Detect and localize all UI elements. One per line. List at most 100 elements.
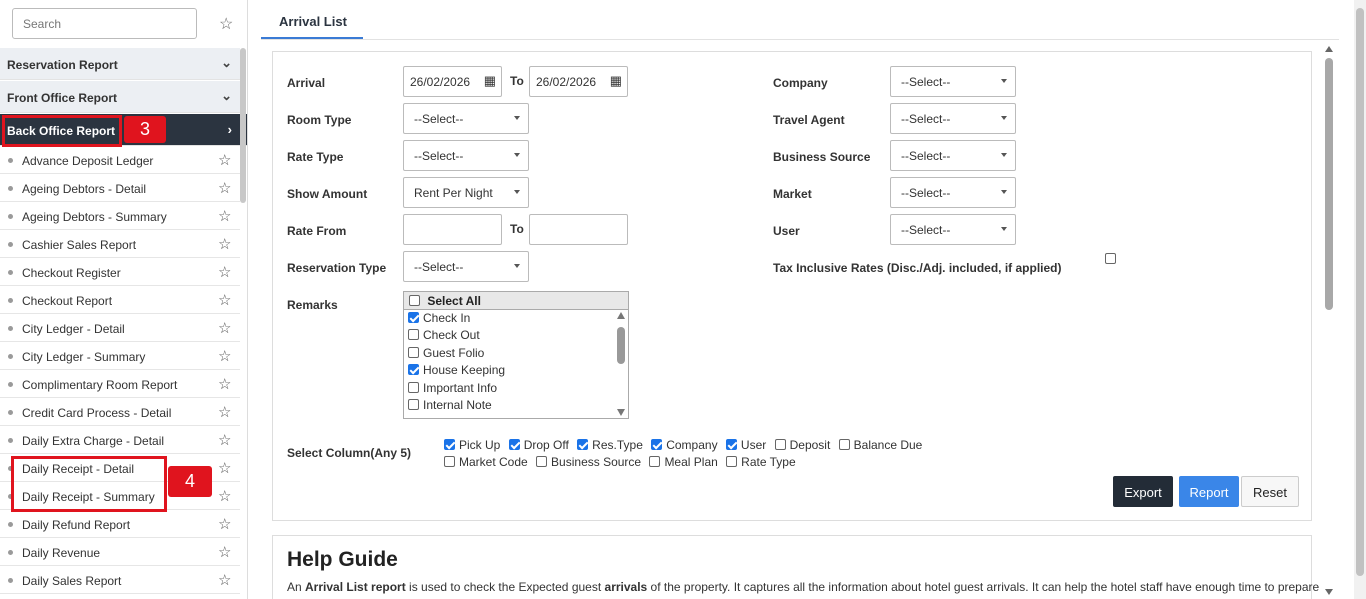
remark-option[interactable]: Internal Note — [408, 398, 628, 415]
star-icon[interactable]: ☆ — [218, 403, 231, 421]
list-item[interactable]: Ageing Debtors - Detail ☆ — [0, 174, 240, 202]
column-option[interactable]: User — [725, 438, 766, 452]
checkbox[interactable] — [444, 439, 455, 450]
checkbox[interactable] — [726, 456, 738, 467]
tab-arrival-list[interactable]: Arrival List — [261, 0, 363, 39]
rate-type-select[interactable]: --Select-- — [403, 140, 529, 171]
checkbox[interactable] — [649, 456, 661, 467]
column-option[interactable]: Balance Due — [838, 438, 922, 452]
content-scrollbar[interactable] — [1323, 44, 1335, 599]
column-option[interactable]: Business Source — [536, 455, 641, 469]
checkbox[interactable] — [838, 439, 850, 450]
select-all-checkbox[interactable] — [409, 295, 420, 306]
checkbox[interactable] — [774, 439, 786, 450]
star-icon[interactable]: ☆ — [218, 291, 231, 309]
room-type-select[interactable]: --Select-- — [403, 103, 529, 134]
list-item[interactable]: Daily Refund Report ☆ — [0, 510, 240, 538]
remark-option[interactable]: Important Info — [408, 381, 628, 398]
star-icon[interactable]: ☆ — [218, 459, 231, 477]
arrival-from-date[interactable]: 26/02/2026 ▦ — [403, 66, 502, 97]
checkbox[interactable] — [408, 329, 419, 341]
list-item[interactable]: Credit Card Process - Detail ☆ — [0, 398, 240, 426]
list-item[interactable]: Complimentary Room Report ☆ — [0, 370, 240, 398]
list-item[interactable]: Daily Revenue ☆ — [0, 538, 240, 566]
remarks-select-all[interactable]: Select All — [404, 292, 628, 310]
user-select[interactable]: --Select-- — [890, 214, 1016, 245]
list-item[interactable]: Advance Deposit Ledger ☆ — [0, 146, 240, 174]
star-icon[interactable]: ☆ — [218, 543, 231, 561]
star-icon[interactable]: ☆ — [218, 571, 231, 589]
report-button[interactable]: Report — [1179, 476, 1239, 507]
remark-option[interactable]: Guest Folio — [408, 346, 628, 363]
section-reservation-report[interactable]: Reservation Report ⌄ — [0, 48, 240, 80]
checkbox[interactable] — [725, 439, 737, 450]
list-item[interactable]: Cashier Sales Report ☆ — [0, 230, 240, 258]
scroll-up-icon[interactable] — [1325, 46, 1333, 52]
checkbox[interactable] — [577, 439, 589, 450]
list-item[interactable]: Checkout Report ☆ — [0, 286, 240, 314]
scroll-down-icon[interactable] — [1325, 589, 1333, 595]
checkbox[interactable] — [444, 456, 455, 467]
checkbox[interactable] — [408, 346, 419, 358]
star-icon[interactable]: ☆ — [218, 207, 231, 225]
company-select[interactable]: --Select-- — [890, 66, 1016, 97]
star-icon[interactable]: ☆ — [218, 347, 231, 365]
export-button[interactable]: Export — [1113, 476, 1173, 507]
star-icon[interactable]: ☆ — [218, 235, 231, 253]
column-option[interactable]: Deposit — [774, 438, 830, 452]
tax-inclusive-checkbox[interactable] — [1105, 253, 1116, 264]
favorites-star-icon[interactable]: ☆ — [219, 14, 233, 34]
list-item[interactable]: Daily Extra Charge - Detail ☆ — [0, 426, 240, 454]
checkbox[interactable] — [536, 456, 548, 467]
star-icon[interactable]: ☆ — [218, 431, 231, 449]
column-option[interactable]: Meal Plan — [649, 455, 718, 469]
scroll-thumb[interactable] — [1356, 8, 1364, 576]
section-front-office-report[interactable]: Front Office Report ⌄ — [0, 81, 240, 113]
rate-to-input[interactable] — [529, 214, 628, 245]
star-icon[interactable]: ☆ — [218, 319, 231, 337]
star-icon[interactable]: ☆ — [218, 515, 231, 533]
checkbox[interactable] — [408, 381, 419, 393]
checkbox[interactable] — [651, 439, 663, 450]
window-scrollbar[interactable] — [1354, 0, 1366, 599]
checkbox[interactable] — [408, 364, 419, 376]
remark-option[interactable]: House Keeping — [408, 363, 628, 380]
market-select[interactable]: --Select-- — [890, 177, 1016, 208]
list-item[interactable]: Daily Sales Report ☆ — [0, 566, 240, 594]
calendar-icon[interactable]: ▦ — [484, 73, 496, 89]
remarks-multiselect[interactable]: Select All Check In Check Out Guest Foli… — [403, 291, 629, 419]
column-option[interactable]: Drop Off — [508, 438, 569, 452]
remarks-scrollbar[interactable] — [616, 312, 626, 416]
column-option[interactable]: Market Code — [444, 455, 528, 469]
checkbox[interactable] — [508, 439, 520, 450]
remark-option[interactable]: Check In — [408, 311, 628, 328]
sidebar-scrollbar[interactable] — [240, 48, 246, 203]
reservation-type-select[interactable]: --Select-- — [403, 251, 529, 282]
business-source-select[interactable]: --Select-- — [890, 140, 1016, 171]
star-icon[interactable]: ☆ — [218, 151, 231, 169]
scroll-thumb[interactable] — [617, 327, 625, 364]
scroll-up-icon[interactable] — [617, 312, 625, 319]
search-input[interactable] — [12, 8, 197, 39]
column-option[interactable]: Rate Type — [726, 455, 796, 469]
column-option[interactable]: Company — [651, 438, 718, 452]
scroll-down-icon[interactable] — [617, 409, 625, 416]
star-icon[interactable]: ☆ — [218, 263, 231, 281]
column-option[interactable]: Res.Type — [577, 438, 643, 452]
scroll-thumb[interactable] — [1325, 58, 1333, 310]
arrival-to-date[interactable]: 26/02/2026 ▦ — [529, 66, 628, 97]
checkbox[interactable] — [408, 398, 419, 410]
checkbox[interactable] — [408, 312, 419, 323]
list-item[interactable]: Checkout Register ☆ — [0, 258, 240, 286]
list-item[interactable]: Ageing Debtors - Summary ☆ — [0, 202, 240, 230]
calendar-icon[interactable]: ▦ — [610, 73, 622, 89]
column-option[interactable]: Pick Up — [444, 438, 500, 452]
reset-button[interactable]: Reset — [1241, 476, 1299, 507]
show-amount-select[interactable]: Rent Per Night — [403, 177, 529, 208]
list-item[interactable]: City Ledger - Summary ☆ — [0, 342, 240, 370]
rate-from-input[interactable] — [403, 214, 502, 245]
travel-agent-select[interactable]: --Select-- — [890, 103, 1016, 134]
star-icon[interactable]: ☆ — [218, 179, 231, 197]
remark-option[interactable]: Check Out — [408, 328, 628, 345]
list-item[interactable]: City Ledger - Detail ☆ — [0, 314, 240, 342]
